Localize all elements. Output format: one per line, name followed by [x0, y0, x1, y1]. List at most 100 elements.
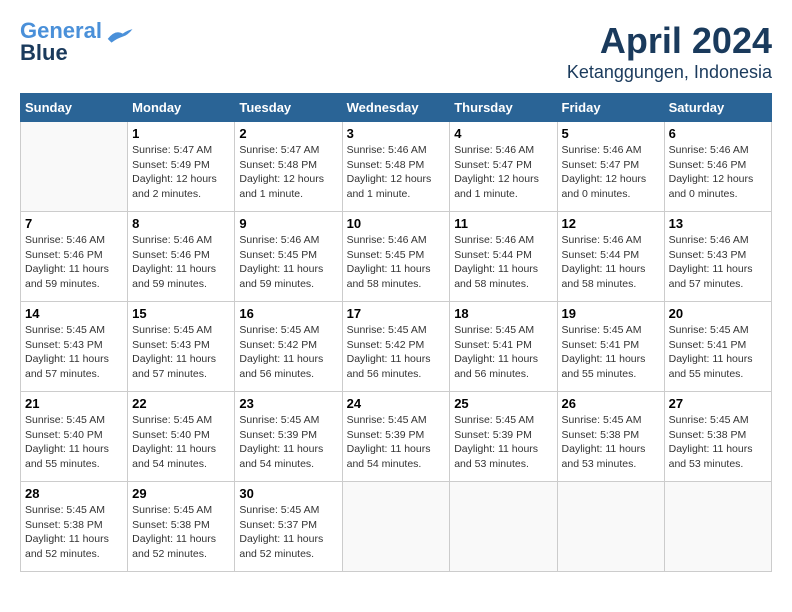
calendar-cell: 25 Sunrise: 5:45 AM Sunset: 5:39 PM Dayli… — [450, 392, 557, 482]
day-number: 25 — [454, 396, 552, 411]
calendar-cell: 23Sunrise: 5:45 AM Sunset: 5:39 PM Dayli… — [235, 392, 342, 482]
calendar-cell: 5 Sunrise: 5:46 AM Sunset: 5:47 PM Daylig… — [557, 122, 664, 212]
calendar-cell: 29Sunrise: 5:45 AM Sunset: 5:38 PM Dayli… — [128, 482, 235, 572]
calendar-cell — [664, 482, 771, 572]
header-wednesday: Wednesday — [342, 94, 450, 122]
calendar-cell: 14 Sunrise: 5:45 AM Sunset: 5:43 PM Dayli… — [21, 302, 128, 392]
day-number: 4 — [454, 126, 552, 141]
calendar-cell: 19Sunrise: 5:45 AM Sunset: 5:41 PM Dayli… — [557, 302, 664, 392]
calendar-week-row: 28 Sunrise: 5:45 AM Sunset: 5:38 PM Dayli… — [21, 482, 772, 572]
calendar-cell: 28 Sunrise: 5:45 AM Sunset: 5:38 PM Dayli… — [21, 482, 128, 572]
header: GeneralBlue April 2024 Ketanggungen, Ind… — [20, 20, 772, 83]
header-thursday: Thursday — [450, 94, 557, 122]
day-info: Sunrise: 5:46 AM Sunset: 5:45 PM Dayligh… — [347, 233, 446, 292]
day-number: 23 — [239, 396, 337, 411]
day-number: 12 — [562, 216, 660, 231]
day-info: Sunrise: 5:46 AM Sunset: 5:46 PM Dayligh… — [132, 233, 230, 292]
day-number: 27 — [669, 396, 767, 411]
day-info: Sunrise: 5:45 AM Sunset: 5:43 PM Dayligh… — [25, 323, 123, 382]
day-number: 13 — [669, 216, 767, 231]
day-info: Sunrise: 5:45 AM Sunset: 5:41 PM Dayligh… — [669, 323, 767, 382]
day-number: 14 — [25, 306, 123, 321]
day-info: Sunrise: 5:45 AM Sunset: 5:41 PM Dayligh… — [562, 323, 660, 382]
day-number: 15 — [132, 306, 230, 321]
calendar-cell: 9 Sunrise: 5:46 AM Sunset: 5:45 PM Daylig… — [235, 212, 342, 302]
calendar-table: SundayMondayTuesdayWednesdayThursdayFrid… — [20, 93, 772, 572]
day-number: 20 — [669, 306, 767, 321]
day-info: Sunrise: 5:46 AM Sunset: 5:45 PM Dayligh… — [239, 233, 337, 292]
calendar-cell: 17 Sunrise: 5:45 AM Sunset: 5:42 PM Dayli… — [342, 302, 450, 392]
calendar-cell: 11 Sunrise: 5:46 AM Sunset: 5:44 PM Dayli… — [450, 212, 557, 302]
day-number: 24 — [347, 396, 446, 411]
calendar-week-row: 14 Sunrise: 5:45 AM Sunset: 5:43 PM Dayli… — [21, 302, 772, 392]
day-number: 16 — [239, 306, 337, 321]
day-number: 26 — [562, 396, 660, 411]
day-number: 30 — [239, 486, 337, 501]
header-saturday: Saturday — [664, 94, 771, 122]
calendar-cell: 26Sunrise: 5:45 AM Sunset: 5:38 PM Dayli… — [557, 392, 664, 482]
day-number: 10 — [347, 216, 446, 231]
calendar-cell: 4 Sunrise: 5:46 AM Sunset: 5:47 PM Daylig… — [450, 122, 557, 212]
day-info: Sunrise: 5:46 AM Sunset: 5:48 PM Dayligh… — [347, 143, 446, 202]
day-number: 21 — [25, 396, 123, 411]
calendar-header-row: SundayMondayTuesdayWednesdayThursdayFrid… — [21, 94, 772, 122]
day-info: Sunrise: 5:45 AM Sunset: 5:40 PM Dayligh… — [25, 413, 123, 472]
day-number: 11 — [454, 216, 552, 231]
header-tuesday: Tuesday — [235, 94, 342, 122]
day-number: 29 — [132, 486, 230, 501]
day-info: Sunrise: 5:47 AM Sunset: 5:49 PM Dayligh… — [132, 143, 230, 202]
day-info: Sunrise: 5:45 AM Sunset: 5:42 PM Dayligh… — [347, 323, 446, 382]
calendar-cell: 30 Sunrise: 5:45 AM Sunset: 5:37 PM Dayli… — [235, 482, 342, 572]
day-info: Sunrise: 5:45 AM Sunset: 5:38 PM Dayligh… — [669, 413, 767, 472]
logo: GeneralBlue — [20, 20, 134, 64]
calendar-cell: 12Sunrise: 5:46 AM Sunset: 5:44 PM Dayli… — [557, 212, 664, 302]
calendar-cell: 27 Sunrise: 5:45 AM Sunset: 5:38 PM Dayli… — [664, 392, 771, 482]
calendar-cell: 2 Sunrise: 5:47 AM Sunset: 5:48 PM Daylig… — [235, 122, 342, 212]
header-friday: Friday — [557, 94, 664, 122]
day-info: Sunrise: 5:46 AM Sunset: 5:43 PM Dayligh… — [669, 233, 767, 292]
day-info: Sunrise: 5:45 AM Sunset: 5:40 PM Dayligh… — [132, 413, 230, 472]
day-info: Sunrise: 5:47 AM Sunset: 5:48 PM Dayligh… — [239, 143, 337, 202]
day-number: 5 — [562, 126, 660, 141]
day-number: 22 — [132, 396, 230, 411]
day-info: Sunrise: 5:45 AM Sunset: 5:43 PM Dayligh… — [132, 323, 230, 382]
calendar-cell: 6Sunrise: 5:46 AM Sunset: 5:46 PM Daylig… — [664, 122, 771, 212]
day-info: Sunrise: 5:46 AM Sunset: 5:44 PM Dayligh… — [454, 233, 552, 292]
calendar-week-row: 21 Sunrise: 5:45 AM Sunset: 5:40 PM Dayli… — [21, 392, 772, 482]
header-sunday: Sunday — [21, 94, 128, 122]
calendar-cell: 21 Sunrise: 5:45 AM Sunset: 5:40 PM Dayli… — [21, 392, 128, 482]
day-info: Sunrise: 5:45 AM Sunset: 5:38 PM Dayligh… — [25, 503, 123, 562]
day-number: 3 — [347, 126, 446, 141]
calendar-cell — [557, 482, 664, 572]
day-number: 9 — [239, 216, 337, 231]
calendar-cell: 10 Sunrise: 5:46 AM Sunset: 5:45 PM Dayli… — [342, 212, 450, 302]
day-info: Sunrise: 5:46 AM Sunset: 5:46 PM Dayligh… — [25, 233, 123, 292]
calendar-week-row: 1 Sunrise: 5:47 AM Sunset: 5:49 PM Daylig… — [21, 122, 772, 212]
day-number: 2 — [239, 126, 337, 141]
calendar-cell — [450, 482, 557, 572]
day-info: Sunrise: 5:45 AM Sunset: 5:42 PM Dayligh… — [239, 323, 337, 382]
calendar-cell: 20 Sunrise: 5:45 AM Sunset: 5:41 PM Dayli… — [664, 302, 771, 392]
day-number: 7 — [25, 216, 123, 231]
calendar-cell: 24Sunrise: 5:45 AM Sunset: 5:39 PM Dayli… — [342, 392, 450, 482]
day-number: 28 — [25, 486, 123, 501]
calendar-cell — [21, 122, 128, 212]
day-info: Sunrise: 5:46 AM Sunset: 5:47 PM Dayligh… — [562, 143, 660, 202]
calendar-cell: 8Sunrise: 5:46 AM Sunset: 5:46 PM Daylig… — [128, 212, 235, 302]
day-number: 1 — [132, 126, 230, 141]
calendar-cell: 3 Sunrise: 5:46 AM Sunset: 5:48 PM Daylig… — [342, 122, 450, 212]
day-info: Sunrise: 5:45 AM Sunset: 5:37 PM Dayligh… — [239, 503, 337, 562]
logo-bird-icon — [104, 27, 134, 47]
header-monday: Monday — [128, 94, 235, 122]
day-info: Sunrise: 5:46 AM Sunset: 5:47 PM Dayligh… — [454, 143, 552, 202]
calendar-cell — [342, 482, 450, 572]
day-number: 17 — [347, 306, 446, 321]
day-number: 18 — [454, 306, 552, 321]
calendar-cell: 22 Sunrise: 5:45 AM Sunset: 5:40 PM Dayli… — [128, 392, 235, 482]
calendar-cell: 15 Sunrise: 5:45 AM Sunset: 5:43 PM Dayli… — [128, 302, 235, 392]
day-number: 6 — [669, 126, 767, 141]
day-info: Sunrise: 5:45 AM Sunset: 5:39 PM Dayligh… — [454, 413, 552, 472]
calendar-cell: 1 Sunrise: 5:47 AM Sunset: 5:49 PM Daylig… — [128, 122, 235, 212]
calendar-week-row: 7 Sunrise: 5:46 AM Sunset: 5:46 PM Daylig… — [21, 212, 772, 302]
calendar-cell: 13 Sunrise: 5:46 AM Sunset: 5:43 PM Dayli… — [664, 212, 771, 302]
